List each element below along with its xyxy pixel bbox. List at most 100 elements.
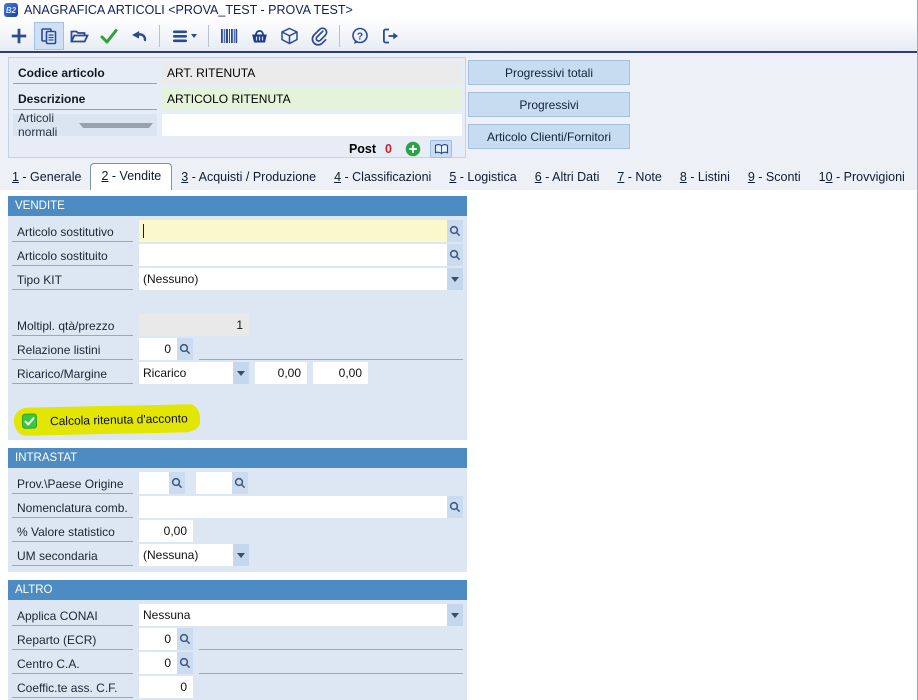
articolo-sostitutivo-label: Articolo sostitutivo bbox=[12, 220, 133, 242]
confirm-check-icon[interactable] bbox=[95, 23, 123, 49]
tab-vendite[interactable]: 2 - Vendite bbox=[90, 163, 173, 190]
app-icon: B2 bbox=[4, 3, 18, 17]
tipo-articolo-value: Articoli normali bbox=[18, 111, 58, 139]
tipo-kit-select[interactable]: (Nessuno) bbox=[139, 268, 447, 290]
paese-origine-input[interactable] bbox=[196, 472, 232, 494]
tab-note[interactable]: 7 - Note bbox=[608, 166, 670, 190]
tab-altri-dati[interactable]: 6 - Altri Dati bbox=[526, 166, 609, 190]
applica-conai-select[interactable]: Nessuna bbox=[139, 604, 447, 626]
chevron-down-icon[interactable] bbox=[447, 268, 463, 290]
toolbar: ? bbox=[0, 20, 917, 53]
vendite-panel: VENDITE Articolo sostitutivo Articolo so… bbox=[8, 196, 467, 440]
svg-text:?: ? bbox=[357, 30, 363, 42]
notes-book-icon[interactable] bbox=[430, 140, 452, 158]
tab-content: VENDITE Articolo sostitutivo Articolo so… bbox=[0, 190, 917, 700]
nomenclatura-comb-input[interactable] bbox=[139, 496, 447, 518]
app-window: B2 ANAGRAFICA ARTICOLI <PROVA_TEST - PRO… bbox=[0, 0, 918, 700]
add-post-icon[interactable] bbox=[405, 141, 421, 157]
relazione-listini-desc-line bbox=[199, 338, 463, 360]
toolbar-separator bbox=[159, 24, 160, 47]
search-icon[interactable] bbox=[177, 338, 193, 360]
exit-icon[interactable] bbox=[376, 23, 404, 49]
search-icon[interactable] bbox=[447, 244, 463, 266]
tab-acquisti-produzione[interactable]: 3 - Acquisti / Produzione bbox=[172, 166, 325, 190]
intrastat-section-title: INTRASTAT bbox=[8, 448, 467, 468]
valore-statistico-input[interactable] bbox=[139, 520, 193, 542]
moltipl-qta-prezzo-label: Moltipl. qtà/prezzo bbox=[12, 314, 133, 336]
search-icon[interactable] bbox=[447, 496, 463, 518]
chevron-down-icon[interactable] bbox=[233, 362, 249, 384]
tab-provvigioni[interactable]: 10 - Provvigioni bbox=[810, 166, 914, 190]
tipo-articolo-select[interactable]: Articoli normali bbox=[13, 111, 157, 139]
articolo-sostituito-input[interactable] bbox=[139, 244, 447, 266]
relazione-listini-label: Relazione listini bbox=[12, 338, 133, 360]
search-icon[interactable] bbox=[232, 472, 248, 494]
text-caret bbox=[143, 224, 144, 238]
chevron-down-icon bbox=[191, 34, 197, 41]
nomenclatura-comb-label: Nomenclatura comb. bbox=[12, 496, 133, 518]
provincia-input[interactable] bbox=[139, 472, 169, 494]
undo-icon[interactable] bbox=[125, 23, 153, 49]
search-icon[interactable] bbox=[447, 220, 463, 242]
articolo-sostitutivo-input[interactable] bbox=[139, 220, 447, 242]
progressivi-totali-button[interactable]: Progressivi totali bbox=[468, 60, 630, 85]
ricarico-value1-input[interactable] bbox=[255, 362, 307, 384]
article-header-box: Codice articolo Descrizione Articoli nor… bbox=[8, 57, 466, 158]
search-icon[interactable] bbox=[177, 652, 193, 674]
chevron-down-icon[interactable] bbox=[233, 544, 249, 566]
valore-statistico-label: % Valore statistico bbox=[12, 520, 133, 542]
help-icon[interactable]: ? bbox=[346, 23, 374, 49]
intrastat-panel: INTRASTAT Prov.\Paese Origine Nomenclatu… bbox=[8, 448, 467, 572]
vendite-section-title: VENDITE bbox=[8, 196, 467, 216]
tab-listini[interactable]: 8 - Listini bbox=[671, 166, 739, 190]
coefficiente-label: Coeffic.te ass. C.F. bbox=[12, 676, 133, 698]
basket-icon[interactable] bbox=[245, 23, 273, 49]
ricarico-margine-select[interactable]: Ricarico bbox=[139, 362, 233, 384]
ricarico-margine-label: Ricarico/Margine bbox=[12, 362, 133, 384]
reparto-ecr-input[interactable] bbox=[139, 628, 177, 650]
descrizione-aggiuntiva-field[interactable] bbox=[162, 114, 462, 136]
menu-icon[interactable] bbox=[166, 23, 202, 49]
search-icon[interactable] bbox=[169, 472, 185, 494]
um-secondaria-select[interactable]: (Nessuna) bbox=[139, 544, 233, 566]
descrizione-field[interactable] bbox=[162, 88, 462, 110]
applica-conai-label: Applica CONAI bbox=[12, 604, 133, 626]
search-icon[interactable] bbox=[177, 628, 193, 650]
tab-sconti[interactable]: 9 - Sconti bbox=[739, 166, 810, 190]
window-title: ANAGRAFICA ARTICOLI <PROVA_TEST - PROVA … bbox=[24, 3, 353, 17]
calcola-ritenuta-checkbox[interactable] bbox=[21, 413, 38, 429]
toolbar-separator bbox=[208, 24, 209, 47]
centro-ca-label: Centro C.A. bbox=[12, 652, 133, 674]
add-icon[interactable] bbox=[5, 23, 33, 49]
centro-desc-line bbox=[199, 652, 463, 674]
post-label: Post bbox=[348, 142, 377, 156]
tab-generale[interactable]: 1 - Generale bbox=[3, 166, 90, 190]
chevron-down-icon bbox=[79, 123, 153, 132]
prov-paese-origine-label: Prov.\Paese Origine bbox=[12, 472, 133, 494]
centro-ca-input[interactable] bbox=[139, 652, 177, 674]
toolbar-separator bbox=[339, 24, 340, 47]
tab-logistica[interactable]: 5 - Logistica bbox=[440, 166, 525, 190]
articolo-clienti-fornitori-button[interactable]: Articolo Clienti/Fornitori bbox=[468, 124, 630, 149]
header-area: Codice articolo Descrizione Articoli nor… bbox=[0, 53, 917, 163]
chevron-down-icon[interactable] bbox=[447, 604, 463, 626]
coefficiente-input[interactable] bbox=[139, 676, 193, 698]
ricarico-value2-input[interactable] bbox=[313, 362, 368, 384]
package-icon[interactable] bbox=[275, 23, 303, 49]
tab-classificazioni[interactable]: 4 - Classificazioni bbox=[325, 166, 440, 190]
attachment-icon[interactable] bbox=[305, 23, 333, 49]
descrizione-label: Descrizione bbox=[13, 88, 157, 110]
relazione-listini-input[interactable] bbox=[139, 338, 177, 360]
articolo-sostituito-label: Articolo sostituito bbox=[12, 244, 133, 266]
highlight-annotation: Calcola ritenuta d'acconto bbox=[13, 404, 200, 436]
progressivi-button[interactable]: Progressivi bbox=[468, 92, 630, 117]
barcode-icon[interactable] bbox=[215, 23, 243, 49]
copy-icon[interactable] bbox=[34, 21, 64, 50]
reparto-desc-line bbox=[199, 628, 463, 650]
reparto-ecr-label: Reparto (ECR) bbox=[12, 628, 133, 650]
calcola-ritenuta-label: Calcola ritenuta d'acconto bbox=[49, 410, 188, 428]
codice-articolo-field[interactable] bbox=[162, 62, 462, 84]
open-folder-icon[interactable] bbox=[65, 23, 93, 49]
um-secondaria-label: UM secondaria bbox=[12, 544, 133, 566]
tab-bar: 1 - Generale 2 - Vendite 3 - Acquisti / … bbox=[0, 163, 917, 190]
